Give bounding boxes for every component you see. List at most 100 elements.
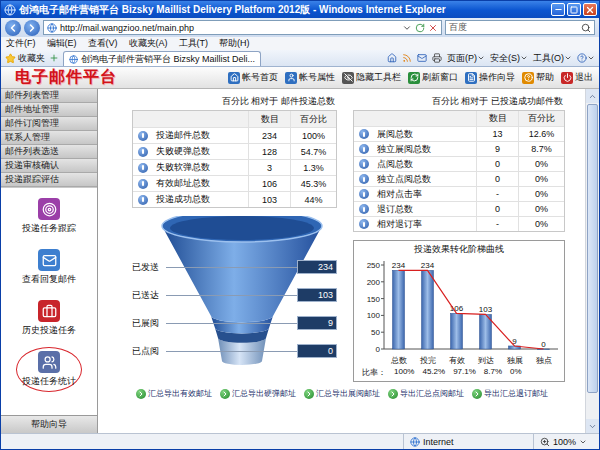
tool-item[interactable]: 投递任务统计 [16,347,82,392]
funnel-stage: 已点阅0 [132,344,337,358]
nav-icon [561,72,573,84]
scroll-thumb[interactable] [587,104,598,393]
info-icon[interactable] [359,174,369,184]
tool-item[interactable]: 历史投递任务 [16,296,82,341]
tool-item[interactable]: 投递任务跟踪 [16,194,82,239]
security-zone: Internet [403,434,533,449]
menu-item[interactable]: 帮助(H) [219,37,250,50]
dropdown-icon [520,54,528,62]
command-button[interactable]: 页面(P) [447,52,485,65]
chart-bar[interactable] [422,270,434,349]
tool-label: 查看回复邮件 [22,273,76,286]
table-header: 数目百分比 [133,111,336,127]
nav-item[interactable]: 操作向导 [465,71,515,84]
nav-item[interactable]: 帐号属性 [285,71,335,84]
nav-item[interactable]: 帐号首页 [228,71,278,84]
main-panel: 百分比 相对于 邮件投递总数数目百分比投递邮件总数234100%失败硬弹总数12… [98,89,599,433]
stage-label: 已展阅 [132,317,166,330]
favorites-button[interactable]: 收藏夹 [5,50,45,66]
export-link[interactable]: 导出汇总退订邮址 [472,388,548,399]
menu-item[interactable]: 编辑(E) [47,37,77,50]
info-icon[interactable] [138,163,148,173]
sidebar-item[interactable]: 邮件列表选送 [1,145,97,159]
column-header: 百分比 [518,111,564,126]
maximize-button[interactable] [567,3,581,16]
row-percent: 0% [518,187,564,201]
url-field[interactable]: http://mail.wangzioo.net/main.php [43,20,442,35]
stop-icon[interactable] [428,23,438,33]
search-icon[interactable] [581,23,591,33]
globe-icon [410,437,420,447]
funnel: 已发送234已送达103已展阅9已点阅0 [132,216,337,368]
export-link[interactable]: 汇总导出有效邮址 [136,388,212,399]
table-row: 失败软弹总数31.3% [133,159,336,175]
info-icon[interactable] [359,144,369,154]
refresh-icon[interactable] [415,23,425,33]
add-favorite-button[interactable] [49,50,59,66]
sidebar-item[interactable]: 投递跟踪评估 [1,173,97,187]
print-icon[interactable] [432,53,442,63]
close-button[interactable] [583,3,597,16]
info-icon[interactable] [359,159,369,169]
export-link[interactable]: 汇总导出展阅邮址 [304,388,380,399]
chart-bar[interactable] [393,270,405,349]
row-label: 投递邮件总数 [153,128,248,143]
stats-table: 数目百分比展阅总数1312.6%独立展阅总数98.7%点阅总数00%独立点阅总数… [353,110,565,232]
nav-item[interactable]: 帮助 [522,71,554,84]
home-icon[interactable] [387,53,397,63]
tool-item[interactable]: 查看回复邮件 [16,245,82,290]
status-bar: Internet100% [1,433,599,449]
nav-item[interactable]: 刷新窗口 [408,71,458,84]
info-icon[interactable] [138,131,148,141]
command-button[interactable]: 工具(O) [533,52,572,65]
scroll-down-icon[interactable] [586,419,599,433]
row-percent: 0% [518,157,564,171]
stats-table: 数目百分比投递邮件总数234100%失败硬弹总数12854.7%失败软弹总数31… [132,110,337,208]
info-icon[interactable] [359,204,369,214]
nav-icon [228,72,240,84]
table-row: 独立展阅总数98.7% [354,141,564,156]
table-caption: 百分比 相对于 邮件投递总数 [132,95,337,110]
export-link[interactable]: 导出汇总点阅邮址 [388,388,464,399]
dropdown-icon[interactable] [402,23,412,33]
nav-item[interactable]: 退出 [561,71,593,84]
scroll-up-icon[interactable] [586,89,599,103]
menu-item[interactable]: 收藏夹(A) [129,37,168,50]
info-icon[interactable] [359,219,369,229]
feed-icon[interactable] [402,53,412,63]
sidebar-item[interactable]: 邮件订阅管理 [1,117,97,131]
menu-item[interactable]: 文件(F) [6,37,36,50]
stage-value: 9 [297,316,337,330]
nav-item[interactable]: 隐藏工具栏 [342,71,401,84]
chart-bar[interactable] [451,313,463,349]
command-button[interactable]: 安全(S) [490,52,528,65]
zoom-level[interactable]: 100% [533,434,599,449]
sidebar-item[interactable]: 邮件地址管理 [1,103,97,117]
info-icon[interactable] [359,189,369,199]
info-icon[interactable] [138,147,148,157]
info-icon[interactable] [359,129,369,139]
info-icon[interactable] [138,179,148,189]
sidebar-item[interactable]: 联系人管理 [1,131,97,145]
scrollbar[interactable] [585,89,599,433]
info-icon[interactable] [138,195,148,205]
row-percent: 100% [290,128,336,143]
back-button[interactable] [5,20,21,36]
address-bar: http://mail.wangzioo.net/main.php百度 [1,18,599,37]
sidebar-item[interactable]: 投递审核确认 [1,159,97,173]
minimize-button[interactable] [551,3,565,16]
search-field[interactable]: 百度 [445,20,595,35]
sidebar-item[interactable]: 邮件列表管理 [1,89,97,103]
funnel-stage: 已发送234 [132,260,337,274]
forward-button[interactable] [24,20,40,36]
export-link[interactable]: 汇总导出硬弹邮址 [220,388,296,399]
help-guide-button[interactable]: 帮助向导 [1,415,97,433]
browser-tab[interactable]: 创鸿电子邮件营销平台 Bizsky Maillist Deli... [63,51,261,66]
menu-item[interactable]: 工具(T) [179,37,209,50]
help-button[interactable] [577,53,595,63]
mail-icon[interactable] [417,53,427,63]
row-count: 9 [476,142,518,156]
menu-item[interactable]: 查看(V) [88,37,118,50]
row-label: 退订总数 [374,202,476,216]
bar-value: 103 [479,305,493,314]
